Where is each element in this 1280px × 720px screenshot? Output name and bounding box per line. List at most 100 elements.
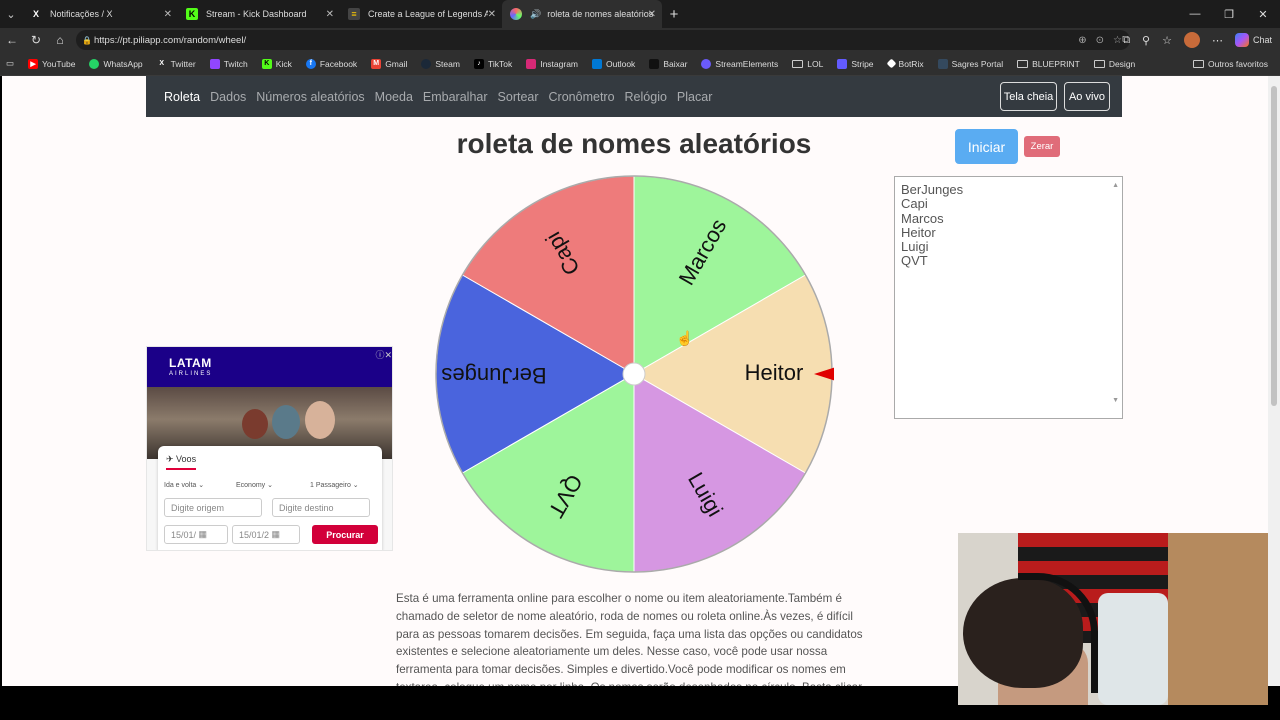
tab-notificacoes[interactable]: X Notificações / X ✕ xyxy=(22,0,178,28)
doc-icon: ≡ xyxy=(348,8,360,20)
bookmark-whatsapp[interactable]: WhatsApp xyxy=(89,58,143,69)
bookmark-sagres[interactable]: Sagres Portal xyxy=(937,58,1003,69)
nav-moeda[interactable]: Moeda xyxy=(375,90,413,104)
refresh-icon[interactable]: ↻ xyxy=(24,33,48,47)
bookmark-lol[interactable]: LOL xyxy=(792,59,823,69)
names-textarea[interactable]: BerJunges Capi Marcos Heitor Luigi QVT ▲… xyxy=(894,176,1123,419)
reader-icon[interactable]: ⊙ xyxy=(1096,35,1104,46)
close-window-icon[interactable]: ✕ xyxy=(1246,8,1280,21)
bookmark-twitch[interactable]: Twitch xyxy=(209,58,248,69)
nav-relogio[interactable]: Relógio xyxy=(625,90,667,104)
nav-dados[interactable]: Dados xyxy=(210,90,246,104)
flight-search-card: ✈ Voos Ida e volta ⌄ Economy ⌄ 1 Passage… xyxy=(158,446,382,550)
maximize-icon[interactable]: ❐ xyxy=(1212,8,1246,21)
bookmark-baixar[interactable]: Baixar xyxy=(649,58,687,69)
favorite-star-icon[interactable]: ☆ xyxy=(1113,35,1122,46)
ad-close-icon[interactable]: ⓘ✕ xyxy=(375,348,392,361)
back-icon[interactable]: ← xyxy=(0,33,24,47)
bookmark-botrix[interactable]: BotRix xyxy=(886,59,924,69)
bookmark-blueprint[interactable]: BLUEPRINT xyxy=(1017,59,1080,69)
more-icon[interactable]: ⋯ xyxy=(1212,34,1223,47)
fullscreen-button[interactable]: Tela cheia xyxy=(1000,82,1057,111)
wheel-label-berjunges: BerJunges xyxy=(441,363,546,388)
extensions-icon[interactable]: ⚲ xyxy=(1142,34,1150,47)
bookmark-design[interactable]: Design xyxy=(1093,59,1135,69)
streamelements-icon xyxy=(701,58,712,69)
address-toolbar: ← ↻ ⌂ 🔒 https://pt.piliapp.com/random/wh… xyxy=(0,28,1280,52)
class-select[interactable]: Economy ⌄ xyxy=(236,481,273,489)
other-favorites[interactable]: Outros favoritos xyxy=(1193,52,1268,76)
close-icon[interactable]: ✕ xyxy=(164,9,172,20)
minimize-icon[interactable]: — xyxy=(1178,8,1212,20)
nav-sortear[interactable]: Sortear xyxy=(498,90,539,104)
reset-button[interactable]: Zerar xyxy=(1024,136,1060,157)
kick-icon: K xyxy=(261,58,272,69)
destination-input[interactable]: Digite destino xyxy=(272,498,370,517)
reading-list-icon[interactable]: ▭ xyxy=(6,58,14,69)
speaker-icon[interactable]: 🔊 xyxy=(530,9,541,20)
tab-title: Stream - Kick Dashboard xyxy=(206,9,307,19)
name-line: QVT xyxy=(901,253,928,269)
bookmark-streamelements[interactable]: StreamElements xyxy=(701,58,778,69)
scrollbar-thumb[interactable] xyxy=(1271,86,1277,406)
hand-cursor-icon: ☝ xyxy=(676,330,694,346)
nav-roleta[interactable]: Roleta xyxy=(164,90,200,104)
departure-date-input[interactable]: 15/01/ ▦ xyxy=(164,525,228,544)
lock-icon: 🔒 xyxy=(82,35,92,45)
page-scrollbar[interactable] xyxy=(1268,76,1280,686)
facebook-icon: f xyxy=(305,58,316,69)
live-button[interactable]: Ao vivo xyxy=(1064,82,1110,111)
nav-embaralhar[interactable]: Embaralhar xyxy=(423,90,488,104)
zoom-icon[interactable]: ⊕ xyxy=(1078,35,1086,46)
tab-kick[interactable]: K Stream - Kick Dashboard ✕ xyxy=(178,0,340,28)
nav-numeros[interactable]: Números aleatórios xyxy=(256,90,364,104)
search-flights-button[interactable]: Procurar xyxy=(312,525,378,544)
flights-tab[interactable]: ✈ Voos xyxy=(166,454,197,470)
split-screen-icon[interactable]: ⧉ xyxy=(1122,34,1130,47)
bookmark-stripe[interactable]: Stripe xyxy=(837,58,874,69)
profile-avatar[interactable] xyxy=(1183,32,1200,48)
twitch-icon xyxy=(209,58,220,69)
close-icon[interactable]: ✕ xyxy=(488,9,496,20)
bookmark-facebook[interactable]: f Facebook xyxy=(305,58,357,69)
bookmark-instagram[interactable]: Instagram xyxy=(526,58,578,69)
nav-placar[interactable]: Placar xyxy=(677,90,712,104)
x-icon: X xyxy=(32,9,39,19)
tab-actions-icon[interactable]: ⌄ xyxy=(0,0,22,28)
folder-icon xyxy=(1193,60,1204,68)
latam-ad[interactable]: LATAM AIRLINES ⓘ✕ ✈ Voos Ida e volta ⌄ Ec… xyxy=(146,346,393,551)
scroll-down-icon[interactable]: ▼ xyxy=(1112,394,1119,408)
bookmark-kick[interactable]: K Kick xyxy=(261,58,292,69)
scroll-up-icon[interactable]: ▲ xyxy=(1112,179,1119,193)
bookmark-twitter[interactable]: X Twitter xyxy=(157,59,195,69)
url-field[interactable]: 🔒 https://pt.piliapp.com/random/wheel/ ⊕… xyxy=(76,30,1130,50)
bookmark-outlook[interactable]: Outlook xyxy=(592,58,635,69)
tab-title: Notificações / X xyxy=(50,9,113,19)
name-wheel[interactable]: BerJungesCapi MarcosHeitorLuigiQVT xyxy=(434,174,834,574)
home-icon[interactable]: ⌂ xyxy=(48,33,72,47)
nav-cronometro[interactable]: Cronômetro xyxy=(549,90,615,104)
tab-roleta[interactable]: 🔊 roleta de nomes aleatórios ✕ xyxy=(502,0,662,28)
description-text: Esta é uma ferramenta online para escolh… xyxy=(396,592,863,686)
return-date-input[interactable]: 15/01/2 ▦ xyxy=(232,525,300,544)
tab-league[interactable]: ≡ Create a League of Legends ALWAYS ✕ xyxy=(340,0,502,28)
copilot-chat-button[interactable]: Chat xyxy=(1234,33,1272,47)
bookmark-youtube[interactable]: ▶ YouTube xyxy=(28,58,75,69)
bookmark-steam[interactable]: Steam xyxy=(421,58,460,69)
tab-title: roleta de nomes aleatórios xyxy=(547,9,654,19)
wheel-label-heitor: Heitor xyxy=(745,360,804,385)
whatsapp-icon xyxy=(89,58,100,69)
close-icon[interactable]: ✕ xyxy=(648,9,656,20)
favorites-icon[interactable]: ☆ xyxy=(1162,34,1172,47)
tiktok-icon: ♪ xyxy=(473,58,484,69)
passengers-select[interactable]: 1 Passageiro ⌄ xyxy=(310,481,359,489)
origin-input[interactable]: Digite origem xyxy=(164,498,262,517)
close-icon[interactable]: ✕ xyxy=(326,9,334,20)
bookmark-gmail[interactable]: M Gmail xyxy=(371,58,407,69)
site-navbar: Roleta Dados Números aleatórios Moeda Em… xyxy=(146,76,1122,117)
new-tab-button[interactable]: + xyxy=(662,6,686,23)
trip-type-select[interactable]: Ida e volta ⌄ xyxy=(164,481,204,489)
bookmark-tiktok[interactable]: ♪ TikTok xyxy=(473,58,512,69)
start-button[interactable]: Iniciar xyxy=(955,129,1018,164)
name-line: Heitor xyxy=(901,224,936,240)
